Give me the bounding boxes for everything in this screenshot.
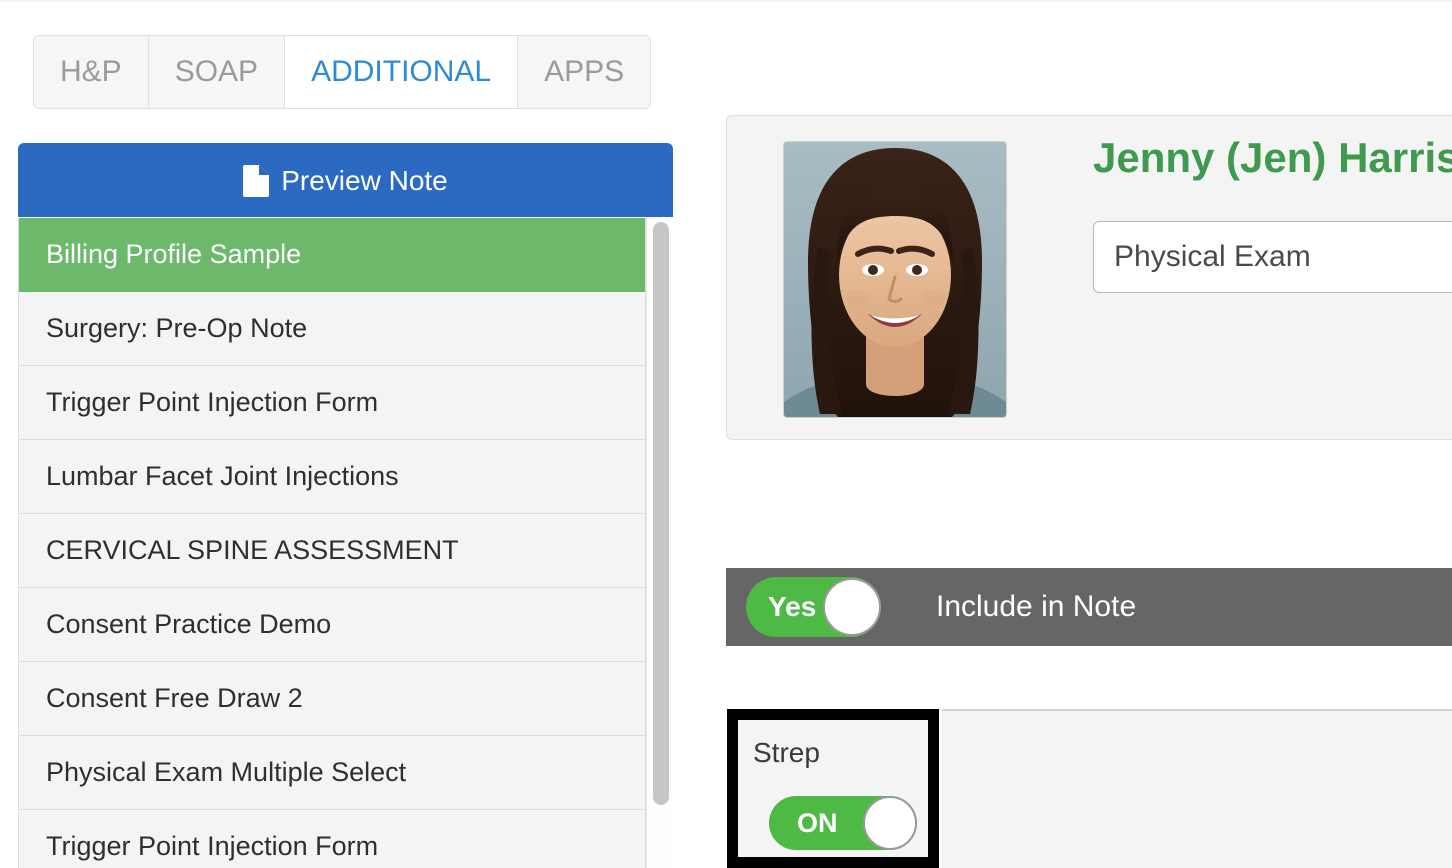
exam-input[interactable]: Physical Exam: [1093, 221, 1452, 293]
list-item-label: Billing Profile Sample: [46, 239, 302, 269]
strep-field: Strep ON: [738, 720, 928, 857]
preview-note-button[interactable]: Preview Note: [18, 143, 673, 217]
patient-name: Jenny (Jen) Harris: [1093, 134, 1452, 181]
note-list: Billing Profile Sample Surgery: Pre-Op N…: [18, 218, 646, 868]
list-item[interactable]: CERVICAL SPINE ASSESSMENT: [19, 514, 645, 588]
list-item-label: Trigger Point Injection Form: [46, 387, 379, 417]
include-in-note-label: Include in Note: [936, 590, 1137, 623]
avatar: [783, 141, 1007, 418]
list-item-label: CERVICAL SPINE ASSESSMENT: [46, 535, 459, 565]
list-item-label: Lumbar Facet Joint Injections: [46, 461, 399, 491]
note-list-scrollbar[interactable]: [646, 218, 673, 868]
list-item-label: Surgery: Pre-Op Note: [46, 313, 308, 343]
list-item-label: Consent Free Draw 2: [46, 683, 303, 713]
note-list-container: Billing Profile Sample Surgery: Pre-Op N…: [18, 218, 673, 868]
list-item-label: Consent Practice Demo: [46, 609, 332, 639]
list-item[interactable]: Physical Exam Multiple Select: [19, 736, 645, 810]
list-item[interactable]: Billing Profile Sample: [19, 218, 645, 292]
list-item[interactable]: Trigger Point Injection Form: [19, 366, 645, 440]
include-in-note-bar: Yes Include in Note: [726, 568, 1452, 646]
strep-field-highlight[interactable]: Strep ON: [727, 709, 939, 868]
list-item-label: Physical Exam Multiple Select: [46, 757, 407, 787]
file-icon: [243, 164, 270, 197]
toggle-knob: [823, 578, 881, 636]
scrollbar-thumb[interactable]: [653, 222, 669, 805]
strep-toggle[interactable]: ON: [769, 796, 917, 850]
list-item[interactable]: Consent Free Draw 2: [19, 662, 645, 736]
preview-note-label: Preview Note: [281, 164, 448, 196]
tab-soap[interactable]: SOAP: [148, 36, 286, 108]
list-item-label: Trigger Point Injection Form: [46, 831, 379, 861]
toggle-state-label: ON: [797, 807, 838, 838]
tab-apps[interactable]: APPS: [518, 36, 651, 108]
list-item[interactable]: Trigger Point Injection Form: [19, 810, 645, 868]
patient-card: Jenny (Jen) Harris Physical Exam: [726, 115, 1452, 440]
include-in-note-toggle[interactable]: Yes: [746, 577, 881, 637]
tab-bar: H&P SOAP ADDITIONAL APPS: [33, 35, 652, 109]
list-item[interactable]: Lumbar Facet Joint Injections: [19, 440, 645, 514]
top-hairline: [0, 0, 1452, 2]
app-root: H&P SOAP ADDITIONAL APPS Preview Note Bi…: [0, 0, 1452, 868]
list-item[interactable]: Consent Practice Demo: [19, 588, 645, 662]
toggle-state-label: Yes: [768, 591, 817, 622]
list-item[interactable]: Surgery: Pre-Op Note: [19, 292, 645, 366]
toggle-knob: [863, 796, 917, 850]
strep-label: Strep: [753, 737, 820, 768]
tab-additional[interactable]: ADDITIONAL: [285, 36, 519, 108]
tab-hp[interactable]: H&P: [34, 36, 149, 108]
strep-detail-panel: [942, 709, 1452, 868]
